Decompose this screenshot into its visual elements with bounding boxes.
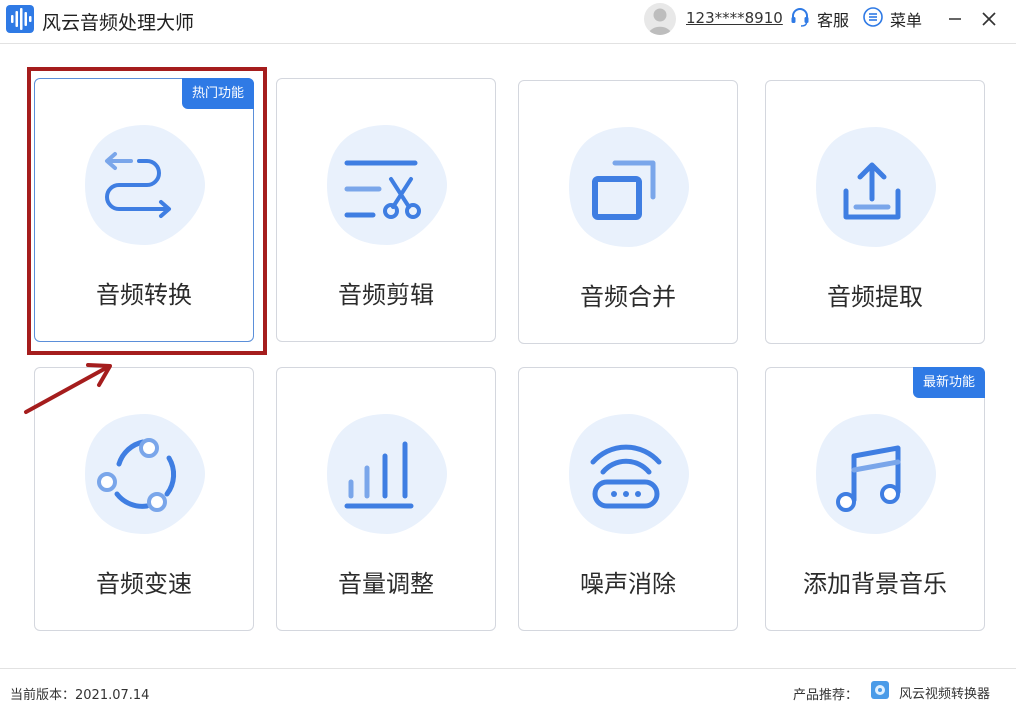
cycle-dots-icon	[85, 414, 205, 534]
menu-button[interactable]: 菜单	[862, 6, 922, 32]
upload-extract-icon	[816, 127, 936, 247]
card-label: 噪声消除	[580, 570, 676, 598]
minimize-button[interactable]	[944, 8, 966, 30]
card-audio-edit[interactable]: 音频剪辑	[276, 78, 496, 342]
scissors-icon	[327, 125, 447, 245]
card-add-bgm[interactable]: 最新功能 添加背景音乐	[765, 367, 985, 631]
video-converter-logo-icon	[871, 681, 889, 703]
menu-label: 菜单	[890, 11, 923, 30]
close-icon	[982, 12, 996, 26]
card-label: 音频合并	[580, 283, 676, 311]
headset-icon	[789, 6, 811, 32]
card-label: 音频转换	[96, 281, 192, 309]
card-label: 添加背景音乐	[803, 570, 947, 598]
menu-list-icon	[862, 6, 884, 32]
recommend-label: 产品推荐：	[793, 688, 859, 703]
hot-feature-badge: 热门功能	[181, 78, 254, 109]
card-label: 音频提取	[827, 283, 923, 311]
card-audio-convert[interactable]: 热门功能 音频转换	[34, 78, 254, 342]
app-logo-icon	[6, 5, 34, 33]
noise-signal-icon	[569, 414, 689, 534]
card-noise-removal[interactable]: 噪声消除	[518, 367, 738, 631]
new-feature-badge: 最新功能	[912, 367, 985, 398]
merge-windows-icon	[569, 127, 689, 247]
card-label: 音频剪辑	[338, 281, 434, 309]
app-title: 风云音频处理大师	[42, 12, 195, 34]
card-audio-merge[interactable]: 音频合并	[518, 80, 738, 344]
convert-arrows-icon	[85, 125, 205, 245]
card-label: 音频变速	[96, 570, 192, 598]
card-audio-extract[interactable]: 音频提取	[765, 80, 985, 344]
customer-service-button[interactable]: 客服	[789, 6, 849, 32]
minimize-icon	[949, 18, 961, 20]
username-link[interactable]: 123****8910	[686, 9, 783, 27]
customer-service-label: 客服	[817, 11, 850, 30]
card-volume-adjust[interactable]: 音量调整	[276, 367, 496, 631]
product-name: 风云视频转换器	[899, 686, 991, 702]
footer-bar: 当前版本：2021.07.14 产品推荐： 风云视频转换器	[0, 668, 1016, 708]
close-button[interactable]	[978, 8, 1000, 30]
avatar[interactable]	[644, 3, 676, 35]
product-recommend-link[interactable]: 风云视频转换器	[871, 681, 990, 703]
version-label: 当前版本：2021.07.14	[10, 688, 150, 703]
music-note-icon	[816, 414, 936, 534]
volume-bars-icon	[327, 414, 447, 534]
annotation-arrow-icon	[24, 363, 112, 414]
title-bar: 风云音频处理大师 123****8910 客服 菜单	[0, 0, 1016, 44]
card-label: 音量调整	[338, 570, 434, 598]
